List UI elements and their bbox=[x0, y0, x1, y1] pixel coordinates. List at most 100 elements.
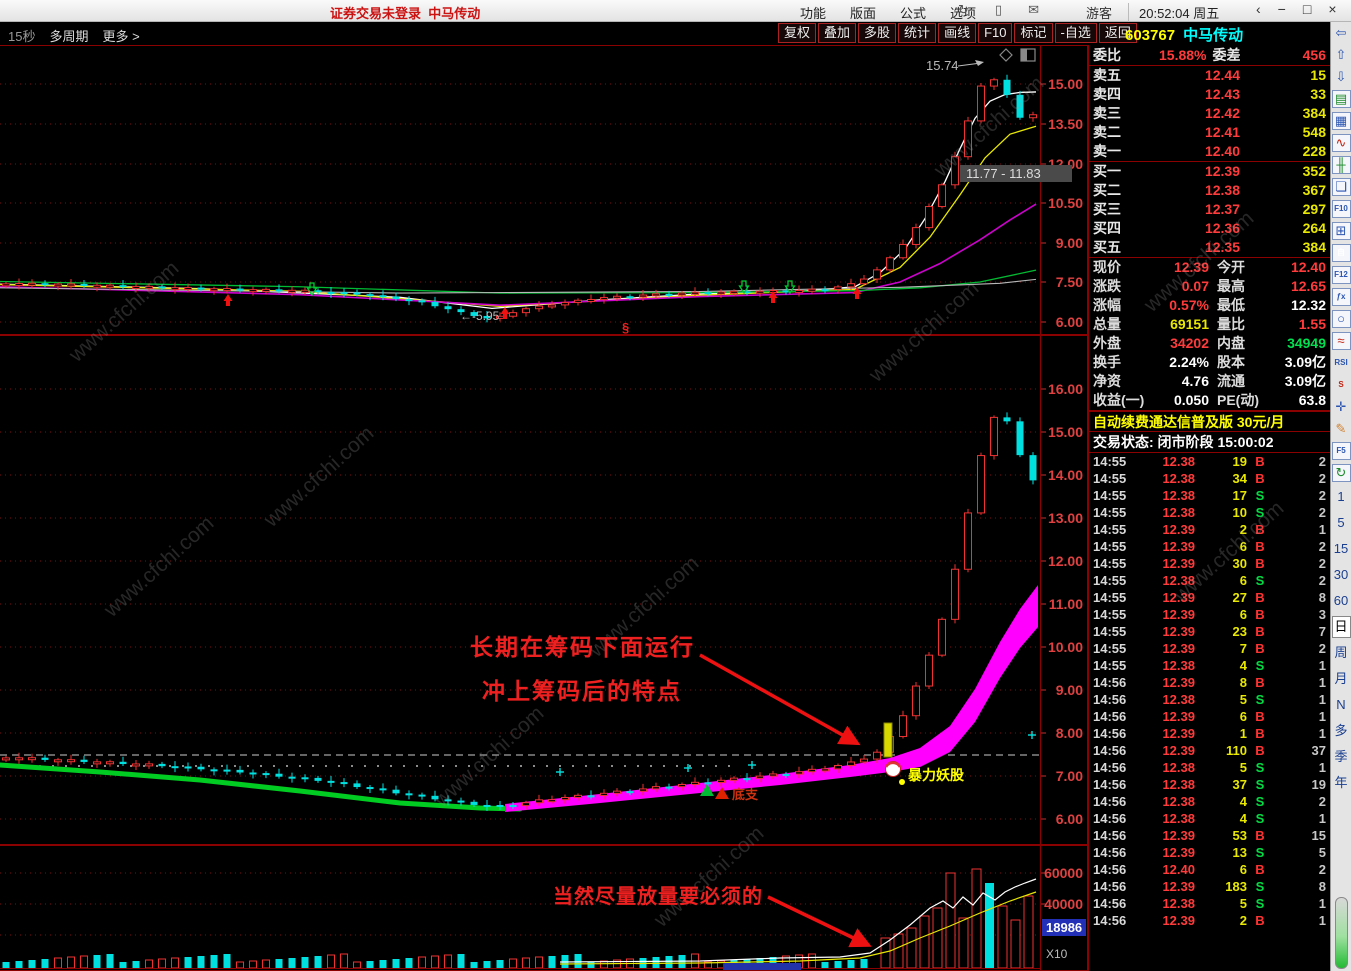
multi-period[interactable]: 多周期 bbox=[49, 26, 88, 45]
tick-row[interactable]: 14:56 12.39 2 B 1 bbox=[1089, 912, 1330, 929]
period-30[interactable]: 30 bbox=[1332, 562, 1351, 588]
wave-icon[interactable]: ≈ bbox=[1331, 332, 1351, 350]
tick-row[interactable]: 14:55 12.39 7 B 2 bbox=[1089, 640, 1330, 657]
toolbar-button-1[interactable]: 复权 bbox=[778, 23, 817, 43]
menu-layout[interactable]: 版面 bbox=[850, 3, 876, 22]
restore-button[interactable]: □ bbox=[1303, 1, 1311, 17]
strip-scrollbar[interactable] bbox=[1334, 796, 1349, 971]
tick-row[interactable]: 14:56 12.39 53 B 15 bbox=[1089, 827, 1330, 844]
period-N[interactable]: N bbox=[1332, 692, 1351, 718]
tick-row[interactable]: 14:55 12.39 6 B 3 bbox=[1089, 606, 1330, 623]
f10-button[interactable]: F10 bbox=[1331, 200, 1351, 218]
tick-row[interactable]: 14:56 12.38 4 S 1 bbox=[1089, 810, 1330, 827]
report-icon[interactable]: ▤ bbox=[1331, 90, 1351, 108]
toolbar-button-2[interactable]: 叠加 bbox=[818, 23, 857, 43]
tick-row[interactable]: 14:56 12.39 110 B 37 bbox=[1089, 742, 1330, 759]
tick-row[interactable]: 14:55 12.38 4 S 1 bbox=[1089, 657, 1330, 674]
volume-chart[interactable]: 60000 40000 bbox=[0, 845, 1088, 971]
period-60[interactable]: 60 bbox=[1332, 588, 1351, 614]
scroll-up-icon[interactable]: ⇧ bbox=[1332, 44, 1351, 66]
bid-row[interactable]: 买三 12.37 297 bbox=[1089, 200, 1330, 219]
toolbar-button-7[interactable]: 标记 bbox=[1014, 23, 1053, 43]
level-price: 12.35 bbox=[1204, 239, 1240, 255]
mobile-icon[interactable]: ▯ bbox=[995, 2, 1002, 18]
ask-row[interactable]: 卖二 12.41 548 bbox=[1089, 123, 1330, 142]
period-15[interactable]: 15 bbox=[1332, 536, 1351, 562]
block-tree-icon[interactable]: ⊞ bbox=[1331, 222, 1351, 240]
toolbar-button-5[interactable]: 画线 bbox=[938, 23, 977, 43]
f5-button[interactable]: F5 bbox=[1331, 442, 1351, 460]
move-cross-icon[interactable]: ✛ bbox=[1332, 396, 1351, 418]
ask-row[interactable]: 卖三 12.42 384 bbox=[1089, 104, 1330, 123]
ask-row[interactable]: 卖一 12.40 228 bbox=[1089, 142, 1330, 161]
tick-row[interactable]: 14:56 12.39 13 S 5 bbox=[1089, 844, 1330, 861]
ask-row[interactable]: 卖五 12.44 15 bbox=[1089, 66, 1330, 85]
circle-tool-icon[interactable]: ○ bbox=[1331, 310, 1351, 328]
period-日[interactable]: 日 bbox=[1331, 616, 1351, 638]
kline-icon[interactable]: ╫ bbox=[1331, 156, 1351, 174]
tick-row[interactable]: 14:56 12.39 183 S 8 bbox=[1089, 878, 1330, 895]
period-5[interactable]: 5 bbox=[1332, 510, 1351, 536]
more-menu[interactable]: 更多 > bbox=[102, 26, 139, 45]
tick-row[interactable]: 14:55 12.38 34 B 2 bbox=[1089, 470, 1330, 487]
draw-pencil-icon[interactable]: ✎ bbox=[1332, 418, 1351, 440]
toolbar-button-3[interactable]: 多股 bbox=[858, 23, 897, 43]
main-kline-chart[interactable]: 16.00 15.00 14.00 13.00 12.00 11.00 10.00 9.00 8… bbox=[0, 335, 1088, 845]
tick-row[interactable]: 14:55 12.39 2 B 1 bbox=[1089, 521, 1330, 538]
scrollbar-thumb[interactable] bbox=[1334, 897, 1348, 969]
period-年[interactable]: 年 bbox=[1332, 770, 1351, 796]
tick-row[interactable]: 14:55 12.38 6 S 2 bbox=[1089, 572, 1330, 589]
toolbar-button-8[interactable]: -自选 bbox=[1054, 23, 1097, 43]
back-icon[interactable]: ⇦ bbox=[1332, 22, 1351, 44]
tick-row[interactable]: 14:56 12.38 5 S 1 bbox=[1089, 759, 1330, 776]
ask-row[interactable]: 卖四 12.43 33 bbox=[1089, 85, 1330, 104]
menu-function[interactable]: 功能 bbox=[800, 3, 826, 22]
bid-row[interactable]: 买一 12.39 352 bbox=[1089, 162, 1330, 181]
trend-line-icon[interactable]: ∿ bbox=[1331, 134, 1351, 152]
subscription-banner[interactable]: 自动续费通达信普及版 30元/月 bbox=[1089, 411, 1330, 432]
quote-grid-icon[interactable]: ▦ bbox=[1331, 112, 1351, 130]
sync-icon[interactable]: ↻ bbox=[958, 2, 969, 18]
close-button[interactable]: × bbox=[1328, 1, 1336, 17]
bid-row[interactable]: 买五 12.35 384 bbox=[1089, 238, 1330, 257]
bid-row[interactable]: 买二 12.38 367 bbox=[1089, 181, 1330, 200]
rsi-button[interactable]: RSI bbox=[1332, 352, 1351, 374]
zixuan-button[interactable]: 自 bbox=[1331, 244, 1351, 262]
minimize-button[interactable]: − bbox=[1278, 1, 1286, 17]
mail-icon[interactable]: ✉ bbox=[1028, 2, 1039, 18]
formula-icon[interactable]: ƒx bbox=[1331, 288, 1351, 306]
tick-row[interactable]: 14:56 12.39 6 B 1 bbox=[1089, 708, 1330, 725]
period-1[interactable]: 1 bbox=[1332, 484, 1351, 510]
tick-row[interactable]: 14:55 12.39 6 B 2 bbox=[1089, 538, 1330, 555]
tick-row[interactable]: 14:55 12.38 19 B 2 bbox=[1089, 453, 1330, 470]
tick-row[interactable]: 14:55 12.39 27 B 8 bbox=[1089, 589, 1330, 606]
period-多[interactable]: 多 bbox=[1332, 718, 1351, 744]
toolbar-button-6[interactable]: F10 bbox=[978, 23, 1013, 43]
tick-row[interactable]: 14:56 12.38 5 S 1 bbox=[1089, 895, 1330, 912]
tick-row[interactable]: 14:55 12.38 10 S 2 bbox=[1089, 504, 1330, 521]
upper-kline-chart[interactable]: 15.00 13.50 12.00 10.50 9.00 7.50 6.00 bbox=[0, 45, 1088, 335]
tick-row[interactable]: 14:56 12.38 4 S 2 bbox=[1089, 793, 1330, 810]
refresh-icon[interactable]: ↻ bbox=[1331, 464, 1351, 482]
period-周[interactable]: 周 bbox=[1332, 640, 1351, 666]
tick-row[interactable]: 14:56 12.38 5 S 1 bbox=[1089, 691, 1330, 708]
user-label[interactable]: 游客 bbox=[1086, 3, 1112, 22]
tick-row[interactable]: 14:55 12.39 30 B 2 bbox=[1089, 555, 1330, 572]
period-月[interactable]: 月 bbox=[1332, 666, 1351, 692]
tick-row[interactable]: 14:56 12.38 37 S 19 bbox=[1089, 776, 1330, 793]
menu-formula[interactable]: 公式 bbox=[900, 3, 926, 22]
scroll-down-icon[interactable]: ⇩ bbox=[1332, 66, 1351, 88]
period-季[interactable]: 季 bbox=[1332, 744, 1351, 770]
s-tool-button[interactable]: S bbox=[1332, 374, 1351, 396]
news-icon[interactable]: ❏ bbox=[1331, 178, 1351, 196]
tick-row[interactable]: 14:56 12.39 8 B 1 bbox=[1089, 674, 1330, 691]
f12-button[interactable]: F12 bbox=[1331, 266, 1351, 284]
tick-row[interactable]: 14:55 12.39 23 B 7 bbox=[1089, 623, 1330, 640]
bid-row[interactable]: 买四 12.36 264 bbox=[1089, 219, 1330, 238]
collapse-button[interactable]: ‹ bbox=[1256, 1, 1261, 17]
period-15s[interactable]: 15秒 bbox=[8, 26, 35, 45]
tick-row[interactable]: 14:56 12.40 6 B 2 bbox=[1089, 861, 1330, 878]
tick-row[interactable]: 14:56 12.39 1 B 1 bbox=[1089, 725, 1330, 742]
tick-row[interactable]: 14:55 12.38 17 S 2 bbox=[1089, 487, 1330, 504]
toolbar-button-4[interactable]: 统计 bbox=[898, 23, 937, 43]
